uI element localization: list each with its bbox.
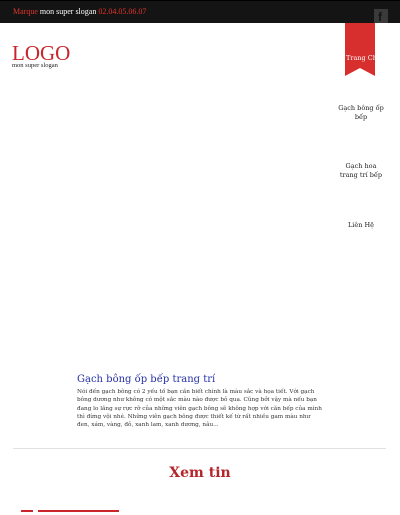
nav-item-gach-bong-op-bep[interactable]: Gạch bông ốp bếp bbox=[336, 104, 386, 122]
site-logo[interactable]: LOGO bbox=[12, 43, 70, 64]
footer-accent-line bbox=[38, 510, 119, 512]
ribbon-shape bbox=[345, 23, 375, 76]
topbar-phone[interactable]: 02.04.05.06.07 bbox=[98, 7, 146, 16]
read-more-link[interactable]: Xem tin bbox=[0, 465, 400, 481]
logo-slogan: mon super slogan bbox=[12, 62, 58, 69]
topbar-brand: Marque bbox=[13, 7, 38, 16]
footer-accent-line bbox=[21, 510, 33, 512]
nav-item-home[interactable]: Trang Chủ bbox=[345, 23, 375, 76]
top-bar: Marque mon super slogan 02.04.05.06.07 f bbox=[0, 0, 400, 24]
nav-item-gach-hoa-trang-tri-bep[interactable]: Gạch hoa trang trí bếp bbox=[336, 162, 386, 180]
topbar-text: Marque mon super slogan 02.04.05.06.07 bbox=[13, 7, 146, 16]
nav-item-lien-he[interactable]: Liên Hệ bbox=[336, 221, 386, 230]
topbar-slogan: mon super slogan bbox=[39, 7, 97, 16]
post-title[interactable]: Gạch bông ốp bếp trang trí bbox=[77, 374, 215, 385]
post-excerpt: Nói đến gạch bông có 2 yếu tố bạn cần bi… bbox=[77, 389, 322, 429]
nav-item-home-label: Trang Chủ bbox=[346, 54, 375, 62]
divider bbox=[13, 448, 386, 449]
facebook-icon[interactable]: f bbox=[374, 9, 388, 24]
